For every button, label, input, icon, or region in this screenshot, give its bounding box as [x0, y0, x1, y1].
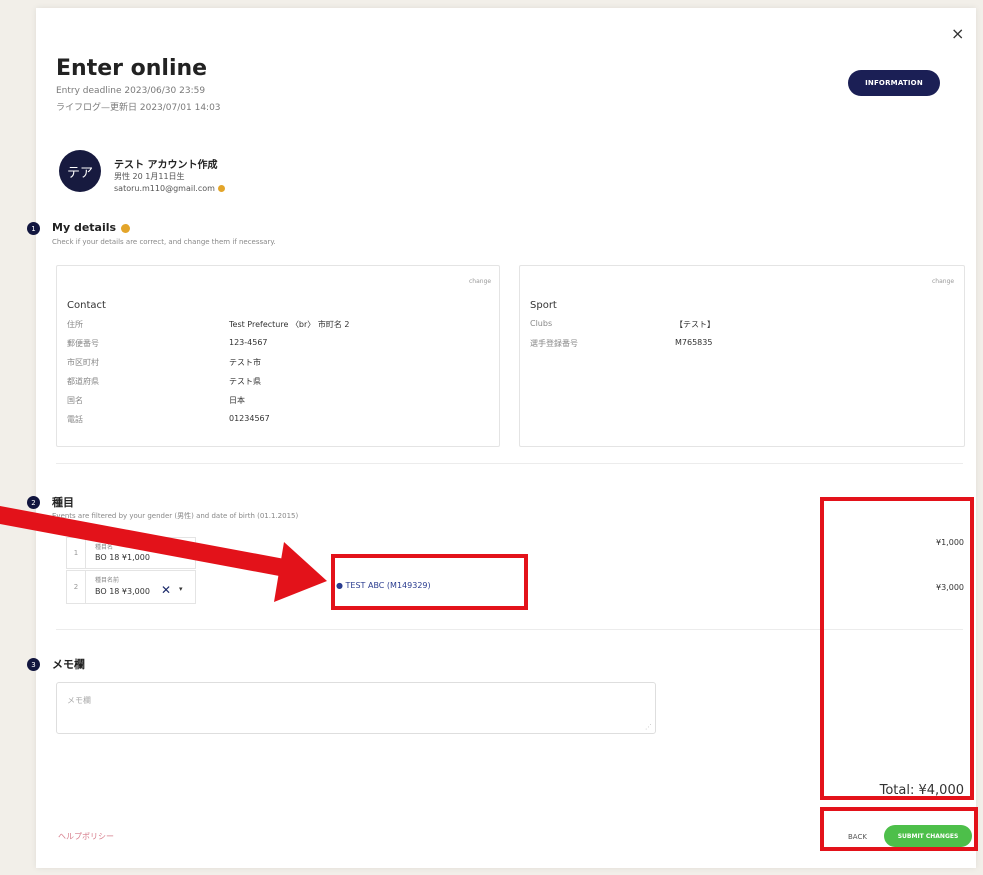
- chevron-down-icon[interactable]: ▾: [179, 585, 183, 593]
- entry-deadline: Entry deadline 2023/06/30 23:59: [56, 86, 206, 96]
- memo-textarea[interactable]: メモ欄 ⋰: [56, 682, 656, 734]
- memo-title: メモ欄: [52, 658, 85, 671]
- highlight-box-prices: [820, 497, 974, 800]
- contact-row: 都道府県 テスト県: [67, 377, 261, 386]
- contact-row: 電話 01234567: [67, 414, 270, 424]
- avatar: テア: [59, 150, 101, 192]
- footer-link[interactable]: ヘルプポリシー: [58, 831, 114, 842]
- event-number: 2: [67, 571, 86, 603]
- section-divider: [56, 463, 963, 464]
- highlight-box-member: [331, 554, 528, 610]
- event-number: 1: [67, 538, 86, 568]
- step-1-badge: 1: [27, 222, 40, 235]
- contact-row: 住所 Test Prefecture 〈br〉 市町名 2: [67, 320, 350, 329]
- sport-change-link[interactable]: change: [932, 278, 954, 285]
- sport-row: Clubs 【テスト】: [530, 319, 715, 329]
- remove-event-icon[interactable]: ✕: [161, 583, 171, 597]
- step-3-badge: 3: [27, 658, 40, 671]
- sport-heading: Sport: [530, 300, 557, 311]
- account-email: satoru.m110@gmail.com: [114, 184, 215, 193]
- contact-heading: Contact: [67, 300, 106, 311]
- account-subline: 男性 20 1月11日生: [114, 172, 185, 181]
- step-2-badge: 2: [27, 496, 40, 509]
- sport-row: 選手登録番号 M765835: [530, 338, 713, 348]
- memo-placeholder: メモ欄: [67, 696, 91, 705]
- event-row-1[interactable]: 1 種目名 BO 18 ¥1,000: [66, 537, 196, 569]
- highlight-box-footer-buttons: [820, 807, 978, 851]
- details-title-row: My details: [52, 221, 131, 234]
- events-note: Events are filtered by your gender (男性) …: [52, 512, 299, 520]
- contact-change-link[interactable]: change: [469, 278, 491, 285]
- contact-row: 郵便番号 123-4567: [67, 338, 268, 348]
- event-line: BO 18 ¥1,000: [95, 553, 150, 562]
- details-verified-icon: [121, 223, 131, 233]
- event-row-2[interactable]: 2 種目名前 BO 18 ¥3,000 ✕ ▾: [66, 570, 196, 604]
- last-updated: ライフログ—更新日 2023/07/01 14:03: [56, 103, 221, 113]
- contact-row: 国名 日本: [67, 396, 245, 405]
- information-button[interactable]: INFORMATION: [848, 70, 940, 96]
- sport-card: change Sport Clubs 【テスト】 選手登録番号 M765835: [519, 265, 965, 447]
- verified-icon: [217, 185, 225, 192]
- page-title: Enter online: [56, 56, 208, 81]
- resize-handle-icon[interactable]: ⋰: [645, 723, 652, 731]
- account-name: テスト アカウント作成: [114, 160, 218, 171]
- details-title: My details: [52, 221, 117, 234]
- events-title: 種目: [52, 496, 74, 509]
- contact-row: 市区町村 テスト市: [67, 358, 261, 367]
- event-category: 種目名前: [95, 577, 120, 584]
- event-category: 種目名: [95, 544, 114, 551]
- contact-card: change Contact 住所 Test Prefecture 〈br〉 市町…: [56, 265, 500, 447]
- details-note: Check if your details are correct, and c…: [52, 238, 276, 246]
- event-line: BO 18 ¥3,000: [95, 587, 150, 596]
- close-icon[interactable]: ×: [951, 24, 964, 43]
- account-email-row: satoru.m110@gmail.com: [114, 184, 225, 193]
